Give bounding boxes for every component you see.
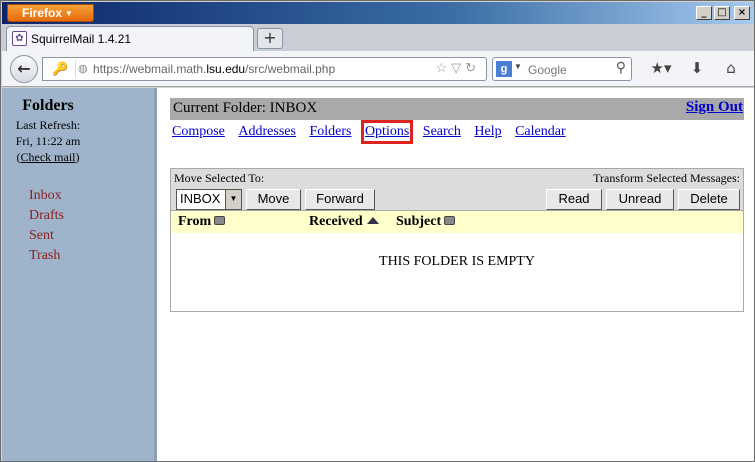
- back-arrow-icon: ←: [17, 59, 31, 78]
- main-menu: Compose Addresses Folders Options Search…: [172, 120, 576, 144]
- firefox-menu-label: Firefox: [22, 6, 63, 20]
- subject-column-header: Subject: [396, 214, 456, 230]
- download-arrow-icon: ⬇: [690, 59, 704, 77]
- received-label: Received: [309, 214, 363, 229]
- folders-title: Folders: [22, 97, 74, 114]
- title-bar: Firefox ▼ _ □ ×: [2, 2, 754, 24]
- url-bar[interactable]: 🔑 ◍ https://webmail.math.lsu.edu/src/web…: [42, 57, 487, 81]
- sort-subject-icon[interactable]: [444, 216, 456, 225]
- browser-window: Firefox ▼ _ □ × ✿ SquirrelMail 1.4.21 + ←…: [0, 0, 755, 462]
- close-window-button[interactable]: ×: [734, 6, 750, 20]
- message-list-panel: Move Selected To: Transform Selected Mes…: [170, 168, 744, 312]
- column-header-row: From Received Subject: [171, 211, 743, 233]
- last-refresh-time: Fri, 11:22 am: [15, 134, 81, 148]
- back-button[interactable]: ←: [10, 55, 38, 83]
- chevron-down-icon: ▼: [65, 9, 73, 18]
- check-mail-link[interactable]: Check mail: [21, 150, 76, 164]
- search-placeholder: Google: [528, 63, 567, 77]
- url-prefix: https://webmail.math.: [93, 62, 207, 76]
- reload-icon[interactable]: ↻: [465, 60, 480, 75]
- folder-trash[interactable]: Trash: [29, 246, 64, 266]
- delete-button[interactable]: Delete: [678, 189, 740, 210]
- menu-search[interactable]: Search: [423, 124, 461, 140]
- message-actions-bar: Move Selected To: Transform Selected Mes…: [171, 169, 743, 211]
- last-refresh: Last Refresh: Fri, 11:22 am (Check mail): [2, 117, 94, 165]
- paren-close: ): [75, 150, 80, 164]
- home-button[interactable]: ⌂: [720, 58, 742, 80]
- sort-ascending-icon[interactable]: [366, 217, 379, 224]
- engine-dropdown-icon[interactable]: ▼: [514, 62, 522, 71]
- menu-calendar[interactable]: Calendar: [515, 124, 566, 140]
- search-icon[interactable]: ⚲: [616, 59, 626, 76]
- url-text: https://webmail.math.lsu.edu/src/webmail…: [93, 62, 335, 76]
- read-button[interactable]: Read: [546, 189, 602, 210]
- history-dropdown-icon[interactable]: ▽: [451, 60, 465, 75]
- site-identity-icon[interactable]: 🔑: [46, 60, 76, 78]
- tab-title: SquirrelMail 1.4.21: [31, 32, 132, 46]
- home-icon: ⌂: [726, 59, 736, 77]
- navigation-bar: ← 🔑 ◍ https://webmail.math.lsu.edu/src/w…: [2, 51, 754, 87]
- search-bar[interactable]: g ▼ Google ⚲: [492, 57, 632, 81]
- move-target-value: INBOX: [180, 191, 221, 206]
- url-suffix: /src/webmail.php: [245, 62, 336, 76]
- move-button[interactable]: Move: [246, 189, 301, 210]
- globe-icon: ◍: [78, 63, 88, 75]
- folder-list: Inbox Drafts Sent Trash: [29, 186, 64, 266]
- squirrelmail-favicon-icon: ✿: [12, 31, 27, 46]
- last-refresh-label: Last Refresh:: [15, 118, 81, 132]
- sign-out-link[interactable]: Sign Out: [686, 99, 743, 116]
- folders-sidebar: Folders Last Refresh: Fri, 11:22 am (Che…: [2, 88, 157, 461]
- from-label: From: [178, 214, 212, 229]
- from-column-header: From: [178, 214, 226, 230]
- folder-sent[interactable]: Sent: [29, 226, 64, 246]
- unread-button[interactable]: Unread: [606, 189, 674, 210]
- url-bar-icons: ☆▽↻: [435, 60, 480, 76]
- current-folder-name: INBOX: [269, 100, 318, 116]
- bookmarks-menu-button[interactable]: ★▾: [642, 58, 680, 80]
- subject-label: Subject: [396, 214, 442, 229]
- window-controls: _ □ ×: [696, 6, 750, 20]
- menu-help[interactable]: Help: [474, 124, 501, 140]
- folder-inbox[interactable]: Inbox: [29, 186, 64, 206]
- maximize-button[interactable]: □: [714, 6, 730, 20]
- url-domain: lsu.edu: [206, 62, 246, 76]
- chevron-down-icon: ▼: [225, 190, 241, 209]
- menu-options[interactable]: Options: [360, 120, 414, 144]
- minimize-button[interactable]: _: [696, 6, 712, 20]
- new-tab-button[interactable]: +: [257, 28, 283, 49]
- current-folder-label: Current Folder:: [173, 100, 266, 116]
- current-folder-bar: Current Folder: INBOX Sign Out: [170, 98, 744, 120]
- page-content: Folders Last Refresh: Fri, 11:22 am (Che…: [2, 88, 754, 461]
- move-selected-label: Move Selected To:: [174, 171, 265, 185]
- downloads-button[interactable]: ⬇: [686, 58, 708, 80]
- sort-from-icon[interactable]: [214, 216, 226, 225]
- menu-folders[interactable]: Folders: [309, 124, 351, 140]
- check-mail: (Check mail): [2, 149, 94, 165]
- tab-strip: ✿ SquirrelMail 1.4.21 +: [2, 24, 754, 51]
- google-engine-icon[interactable]: g: [496, 61, 512, 77]
- transform-label: Transform Selected Messages:: [593, 171, 740, 185]
- received-column-header: Received: [309, 214, 379, 230]
- forward-button[interactable]: Forward: [305, 189, 375, 210]
- folder-drafts[interactable]: Drafts: [29, 206, 64, 226]
- bookmark-star-icon[interactable]: ☆: [435, 60, 451, 75]
- firefox-menu-button[interactable]: Firefox ▼: [7, 4, 94, 22]
- tab-squirrelmail[interactable]: ✿ SquirrelMail 1.4.21: [6, 26, 254, 51]
- bookmarks-icon: ★▾: [650, 59, 672, 77]
- empty-folder-message: THIS FOLDER IS EMPTY: [379, 254, 535, 269]
- menu-compose[interactable]: Compose: [172, 124, 225, 140]
- menu-addresses[interactable]: Addresses: [238, 124, 296, 140]
- move-target-select[interactable]: INBOX ▼: [176, 189, 242, 210]
